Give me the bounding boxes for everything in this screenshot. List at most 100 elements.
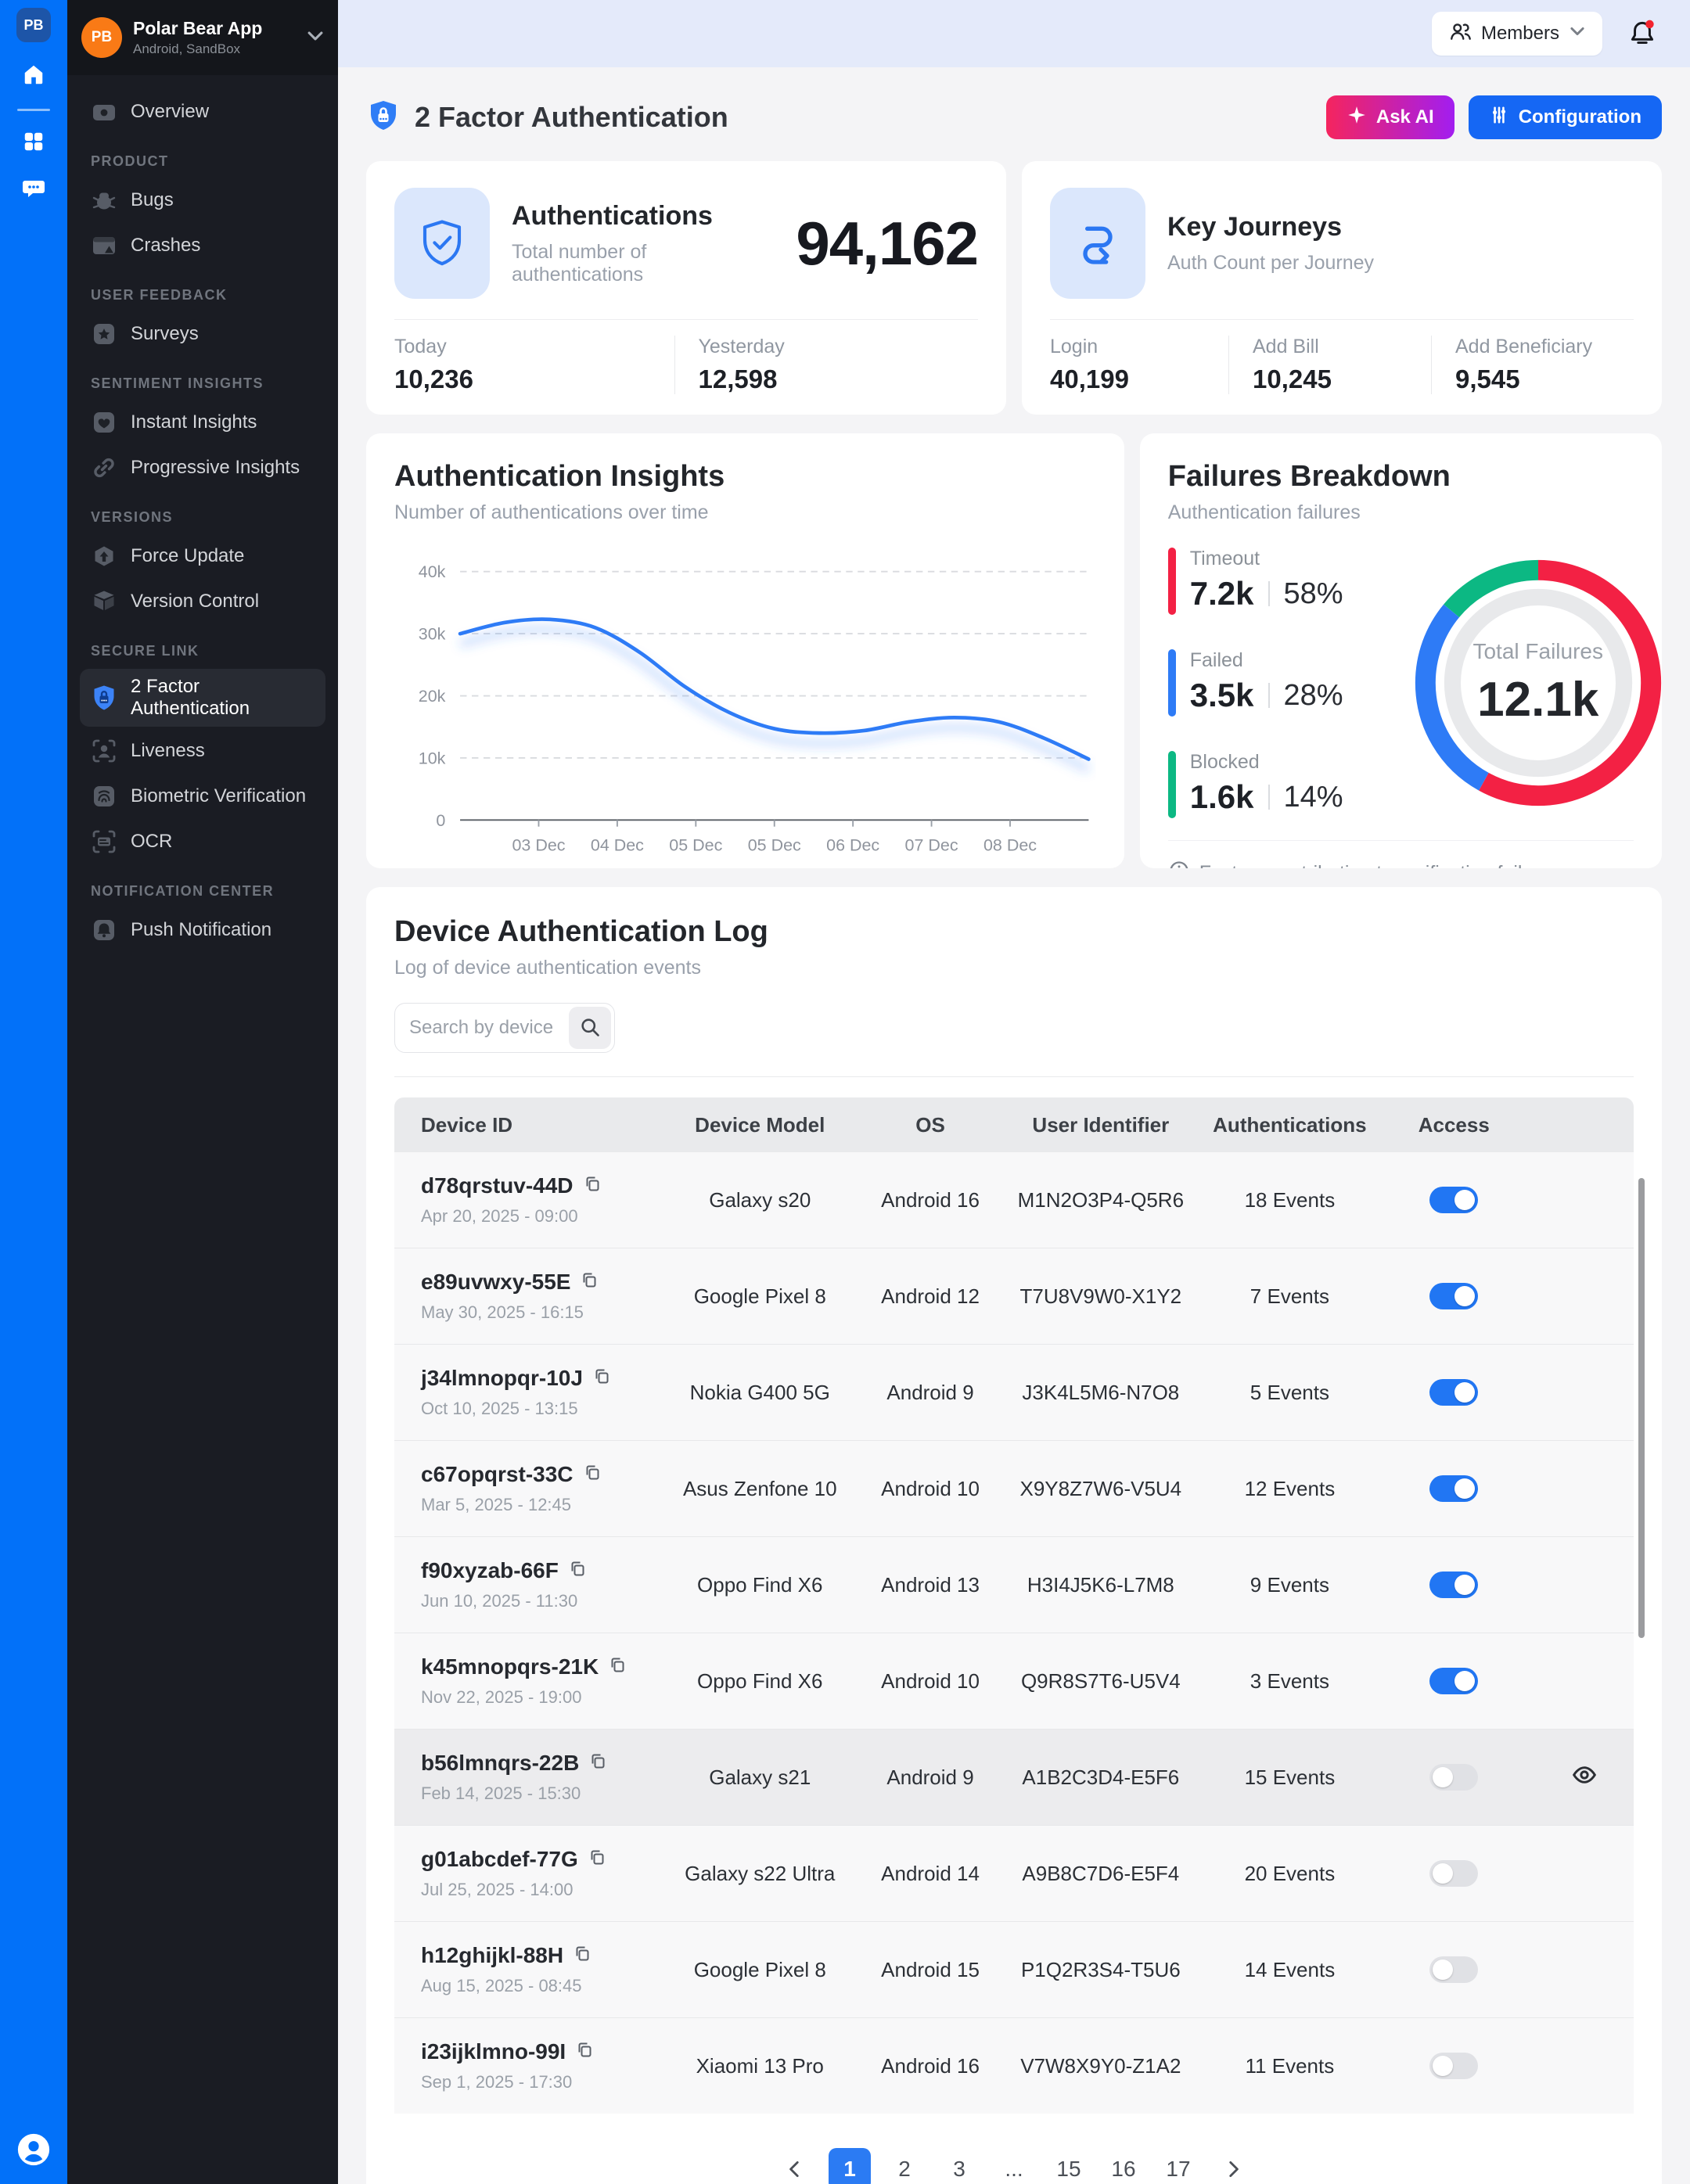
copy-icon[interactable] [583,1462,602,1487]
table-row[interactable]: i23ijklmno-99I Sep 1, 2025 - 17:30 Xiaom… [394,2017,1634,2114]
sparkle-icon [1347,105,1367,131]
access-toggle[interactable] [1429,1475,1478,1502]
sidebar-item-progressive-insights[interactable]: Progressive Insights [80,447,325,489]
sidebar-item-overview[interactable]: Overview [80,91,325,133]
sidebar-item-instant-insights[interactable]: Instant Insights [80,401,325,444]
access-toggle[interactable] [1429,2053,1478,2079]
eye-icon[interactable] [1572,1769,1597,1792]
table-row[interactable]: h12ghijkl-88H Aug 15, 2025 - 08:45 Googl… [394,1921,1634,2017]
table-row[interactable]: g01abcdef-77G Jul 25, 2025 - 14:00 Galax… [394,1825,1634,1921]
table-scrollbar[interactable] [1638,1178,1645,1638]
table-row[interactable]: b56lmnqrs-22B Feb 14, 2025 - 15:30 Galax… [394,1729,1634,1825]
device-id: f90xyzab-66F [421,1558,559,1583]
access-toggle[interactable] [1429,1668,1478,1694]
access-toggle[interactable] [1429,1764,1478,1791]
failures-card: Failures Breakdown Authentication failur… [1140,433,1662,868]
chart-subtitle: Authentication failures [1168,501,1634,524]
auth-events: 9 Events [1206,1573,1373,1597]
device-id: g01abcdef-77G [421,1847,578,1872]
search-button[interactable] [569,1007,611,1049]
sidebar-item-bugs[interactable]: Bugs [80,179,325,221]
page-button-2[interactable]: 2 [883,2148,926,2184]
access-toggle[interactable] [1429,1956,1478,1983]
sidebar-item-surveys[interactable]: Surveys [80,313,325,355]
table-row[interactable]: d78qrstuv-44D Apr 20, 2025 - 09:00 Galax… [394,1152,1634,1248]
page-title-shield-icon [366,99,401,137]
bell-square-icon [90,916,118,944]
device-model: Xiaomi 13 Pro [655,2054,865,2078]
access-toggle[interactable] [1429,1860,1478,1887]
device-auth-log-card: Device Authentication Log Log of device … [366,887,1662,2184]
sidebar-item-label: OCR [131,831,172,853]
sidebar-item-ocr[interactable]: OCR [80,821,325,863]
copy-icon[interactable] [583,1173,602,1198]
access-toggle[interactable] [1429,1379,1478,1406]
device-model: Asus Zenfone 10 [655,1477,865,1501]
device-os: Android 13 [865,1573,995,1597]
column-header: User Identifier [995,1113,1206,1137]
copy-icon[interactable] [580,1270,599,1295]
table-row[interactable]: c67opqrst-33C Mar 5, 2025 - 12:45 Asus Z… [394,1440,1634,1536]
page-button-15[interactable]: 15 [1048,2148,1090,2184]
table-row[interactable]: j34lmnopqr-10J Oct 10, 2025 - 13:15 Noki… [394,1344,1634,1440]
user-identifier: H3I4J5K6-L7M8 [995,1573,1206,1597]
rail-divider [17,109,50,111]
donut-center-label: Total Failures [1472,639,1603,664]
journey-label: Add Bill [1253,336,1431,358]
table-row[interactable]: k45mnopqrs-21K Nov 22, 2025 - 19:00 Oppo… [394,1633,1634,1729]
access-toggle[interactable] [1429,1572,1478,1598]
sidebar-item-biometric-verification[interactable]: Biometric Verification [80,775,325,817]
sidebar-section-label: NOTIFICATION CENTER [91,883,325,900]
column-header: Authentications [1206,1113,1373,1137]
column-header: Device ID [394,1113,655,1137]
device-datetime: May 30, 2025 - 16:15 [421,1302,649,1323]
copy-icon[interactable] [568,1558,587,1583]
ask-ai-button[interactable]: Ask AI [1326,95,1454,139]
copy-icon[interactable] [588,1751,607,1776]
device-datetime: Aug 15, 2025 - 08:45 [421,1976,649,1996]
copy-icon[interactable] [608,1654,627,1679]
line-chart: 010k20k30k40k03 Dec04 Dec05 Dec05 Dec06 … [394,535,1096,865]
configuration-button[interactable]: Configuration [1469,95,1662,139]
page-button-16[interactable]: 16 [1102,2148,1145,2184]
table-row[interactable]: f90xyzab-66F Jun 10, 2025 - 11:30 Oppo F… [394,1536,1634,1633]
svg-text:07 Dec: 07 Dec [905,836,958,855]
sidebar-item-liveness[interactable]: Liveness [80,730,325,772]
apps-grid-icon[interactable] [22,130,45,157]
search-input[interactable] [398,1017,569,1039]
pagination-ellipsis: ... [993,2148,1035,2184]
key-journeys-card: Key Journeys Auth Count per Journey Logi… [1022,161,1662,415]
sidebar-item-crashes[interactable]: Crashes [80,225,325,267]
copy-icon[interactable] [588,1847,606,1872]
device-datetime: Mar 5, 2025 - 12:45 [421,1495,649,1515]
app-switcher[interactable]: PB Polar Bear App Android, SandBox [67,0,338,75]
sidebar-item-2-factor-authentication[interactable]: 2 Factor Authentication [80,669,325,727]
table-header: Device IDDevice ModelOSUser IdentifierAu… [394,1097,1634,1152]
members-button[interactable]: Members [1432,12,1602,56]
copy-icon[interactable] [575,2039,594,2064]
home-icon[interactable] [22,63,45,90]
sidebar-item-version-control[interactable]: Version Control [80,580,325,623]
page-button-17[interactable]: 17 [1157,2148,1199,2184]
sidebar-item-force-update[interactable]: Force Update [80,535,325,577]
sidebar-item-push-notification[interactable]: Push Notification [80,909,325,951]
table-row[interactable]: e89uvwxy-55E May 30, 2025 - 16:15 Google… [394,1248,1634,1344]
access-toggle[interactable] [1429,1283,1478,1309]
page-button-1[interactable]: 1 [829,2148,871,2184]
prev-page-button[interactable] [774,2148,816,2184]
page-button-3[interactable]: 3 [938,2148,980,2184]
workspace-logo[interactable]: PB [16,8,51,42]
device-id: b56lmnqrs-22B [421,1751,579,1776]
notifications-bell-icon[interactable] [1626,17,1659,50]
force-update-icon [90,542,118,570]
account-icon[interactable] [16,2132,52,2171]
access-toggle[interactable] [1429,1187,1478,1213]
bug-icon [90,186,118,214]
journey-label: Add Beneficiary [1455,336,1634,358]
copy-icon[interactable] [573,1943,592,1968]
next-page-button[interactable] [1212,2148,1254,2184]
chat-icon[interactable] [21,176,46,205]
copy-icon[interactable] [592,1366,611,1391]
device-os: Android 14 [865,1862,995,1886]
chevron-down-icon [1570,23,1585,45]
